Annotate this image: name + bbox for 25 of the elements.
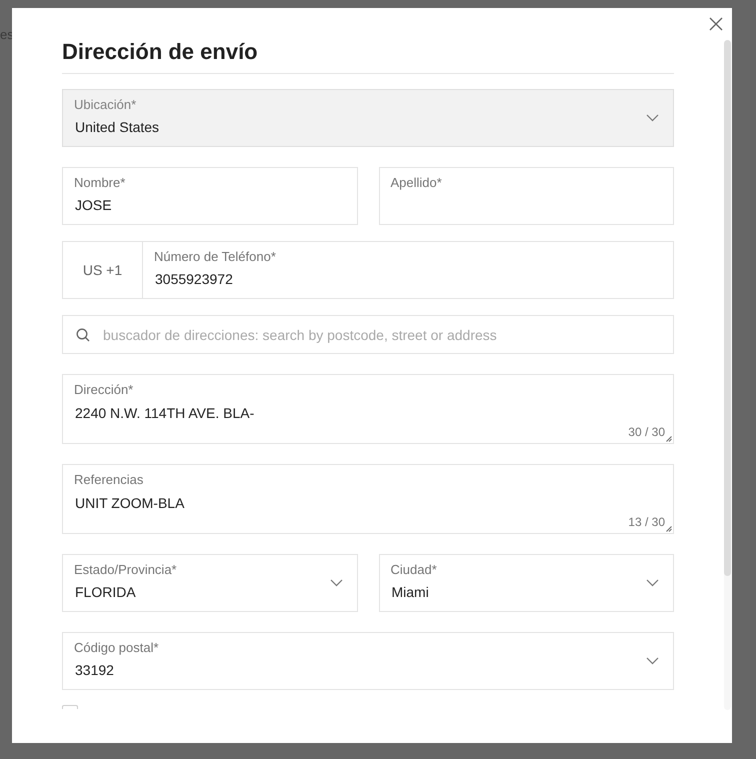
chevron-down-icon <box>330 579 342 587</box>
dropdown-field[interactable]: Estado/Provincia* FLORIDA <box>62 554 358 612</box>
dropdown-field[interactable]: Código postal* 33192 <box>62 632 674 690</box>
character-counter: 30 / 30 <box>628 425 665 439</box>
dialog-title: Dirección de envío <box>62 40 259 64</box>
chevron-down-icon <box>646 657 659 665</box>
country-code-selector[interactable]: US +1 <box>62 241 143 299</box>
chevron-down-icon <box>646 114 659 122</box>
address-search-field[interactable]: buscador de direcciones: search by postcode, street or address <box>62 315 674 354</box>
text-area-field[interactable]: Dirección* 2240 N.W. 114TH AVE. BLA- 30 / 30 <box>62 374 674 444</box>
close-button[interactable] <box>709 17 723 31</box>
scrollbar-thumb[interactable] <box>724 40 731 576</box>
text-field[interactable]: Apellido* <box>378 167 674 225</box>
dropdown-field[interactable]: Ciudad* Miami <box>378 554 674 612</box>
resize-handle-icon <box>666 526 672 532</box>
search-icon <box>76 328 90 342</box>
character-counter: 13 / 30 <box>628 515 665 529</box>
chevron-down-icon <box>646 579 659 587</box>
resize-handle-icon <box>666 436 672 442</box>
checkbox[interactable] <box>62 705 78 709</box>
text-field[interactable]: Nombre* JOSE <box>62 167 358 225</box>
close-icon <box>709 17 723 31</box>
text-area-field[interactable]: Referencias UNIT ZOOM-BLA 13 / 30 <box>62 464 674 534</box>
scrollbar-track[interactable] <box>724 40 731 710</box>
phone-number-field[interactable]: Número de Teléfono* 3055923972 <box>143 241 674 299</box>
